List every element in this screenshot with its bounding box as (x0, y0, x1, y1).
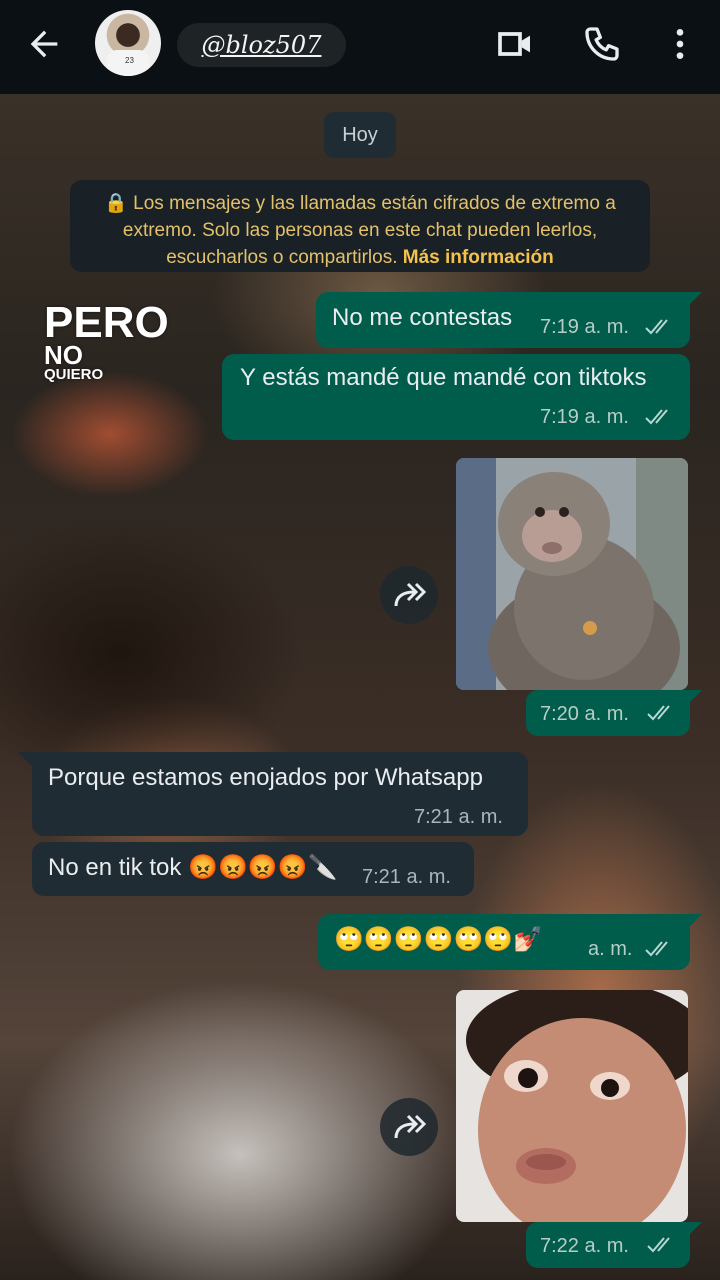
encryption-notice[interactable]: 🔒 Los mensajes y las llamadas están cifr… (70, 180, 650, 272)
phone-icon[interactable] (582, 24, 622, 64)
message-text: Porque estamos enojados por Whatsapp (48, 764, 483, 791)
message-time: 7:21 a. m. (414, 806, 503, 828)
avatar[interactable]: 23 (95, 10, 161, 76)
message-time: 7:19 a. m. (540, 316, 629, 338)
more-vert-icon[interactable] (660, 24, 700, 64)
double-check-icon (645, 319, 668, 335)
more-info-link[interactable]: Más información (403, 247, 554, 268)
arrow-left-icon[interactable] (24, 24, 64, 64)
image-caption-bar[interactable]: 7:20 a. m. (526, 690, 690, 736)
forward-icon (394, 582, 426, 607)
message-time: a. m. (588, 938, 633, 960)
message-bubble[interactable]: No en tik tok 😡😡😡😡🔪 7:21 a. m. (32, 842, 474, 896)
overlay-text-quiero: QUIERO (44, 366, 104, 383)
message-bubble[interactable]: Porque estamos enojados por Whatsapp 7:2… (32, 752, 528, 836)
video-call-icon[interactable] (494, 24, 536, 64)
double-check-icon (645, 409, 668, 425)
monkey-meme-image (456, 458, 688, 690)
message-text: 🙄🙄🙄🙄🙄🙄💅🏻 (334, 926, 544, 953)
chat-header: 23 @bloz507 (0, 0, 720, 94)
message-bubble[interactable]: 🙄🙄🙄🙄🙄🙄💅🏻 a. m. (318, 914, 690, 970)
double-check-icon (647, 705, 670, 721)
double-check-icon (645, 941, 668, 957)
message-time: 7:21 a. m. (362, 866, 451, 888)
image-message-monkey[interactable] (456, 458, 688, 690)
message-time: 7:19 a. m. (540, 406, 629, 428)
message-text: No en tik tok 😡😡😡😡🔪 (48, 854, 338, 881)
forward-icon (394, 1114, 426, 1139)
forward-button[interactable] (380, 1098, 438, 1156)
image-message-baby[interactable] (456, 990, 688, 1222)
message-time: 7:22 a. m. (540, 1235, 629, 1257)
baby-face-meme-image (456, 990, 688, 1222)
message-text: No me contestas (332, 304, 513, 331)
avatar-jersey-number: 23 (125, 56, 134, 65)
image-caption-bar[interactable]: 7:22 a. m. (526, 1222, 690, 1268)
lock-icon: 🔒 (104, 193, 128, 214)
message-text: Y estás mandé que mandé con tiktoks (240, 364, 647, 391)
double-check-icon (647, 1237, 670, 1253)
message-time: 7:20 a. m. (540, 703, 629, 725)
date-label: Hoy (324, 112, 396, 158)
forward-button[interactable] (380, 566, 438, 624)
contact-name[interactable]: @bloz507 (177, 23, 346, 67)
message-bubble[interactable]: No me contestas 7:19 a. m. (316, 292, 690, 348)
message-bubble[interactable]: Y estás mandé que mandé con tiktoks 7:19… (222, 354, 690, 440)
